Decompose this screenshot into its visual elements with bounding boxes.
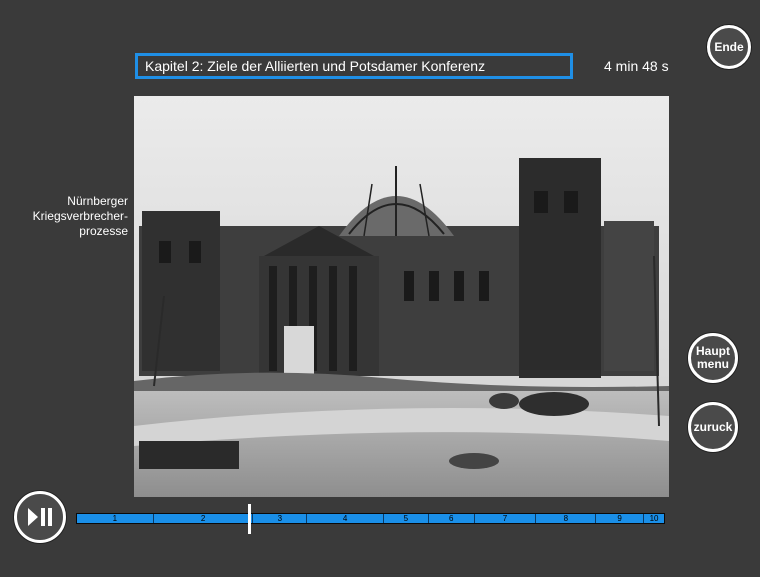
timeline-segment-6[interactable]: 6 [429,514,475,523]
end-button[interactable]: Ende [707,25,751,69]
timeline-segment-3[interactable]: 3 [253,514,308,523]
duration-minutes: 4 min [604,58,639,74]
duration-seconds: 48 s [642,58,669,74]
back-button[interactable]: zuruck [688,402,738,452]
timeline-segment-9[interactable]: 9 [596,514,645,523]
timeline-segment-1[interactable]: 1 [77,514,154,523]
photo-illustration [134,96,669,497]
timeline-segment-2[interactable]: 2 [154,514,254,523]
playhead-handle[interactable] [248,504,251,534]
duration-readout: 4 min 48 s [604,58,669,74]
side-label-line-1: Nürnberger [67,194,128,208]
side-label-line-3: prozesse [79,224,128,238]
main-menu-button[interactable]: Haupt menu [688,333,738,383]
main-menu-label-2: menu [696,357,729,371]
timeline-segment-10[interactable]: 10 [644,514,664,523]
reichstag-ruins-photo [134,96,669,497]
timeline-segment-8[interactable]: 8 [536,514,597,523]
side-chapter-link[interactable]: Nürnberger Kriegsverbrecher- prozesse [10,194,128,239]
side-label-line-2: Kriegsverbrecher- [32,209,128,223]
timeline-segment-7[interactable]: 7 [475,514,537,523]
timeline-segment-5[interactable]: 5 [384,514,429,523]
play-pause-button[interactable] [14,491,66,543]
play-pause-icon [28,508,52,526]
timeline-segment-4[interactable]: 4 [307,514,384,523]
chapter-timeline[interactable]: 1 2 3 4 5 6 7 8 9 10 [76,513,665,524]
chapter-title: Kapitel 2: Ziele der Alliierten und Pots… [135,53,573,79]
